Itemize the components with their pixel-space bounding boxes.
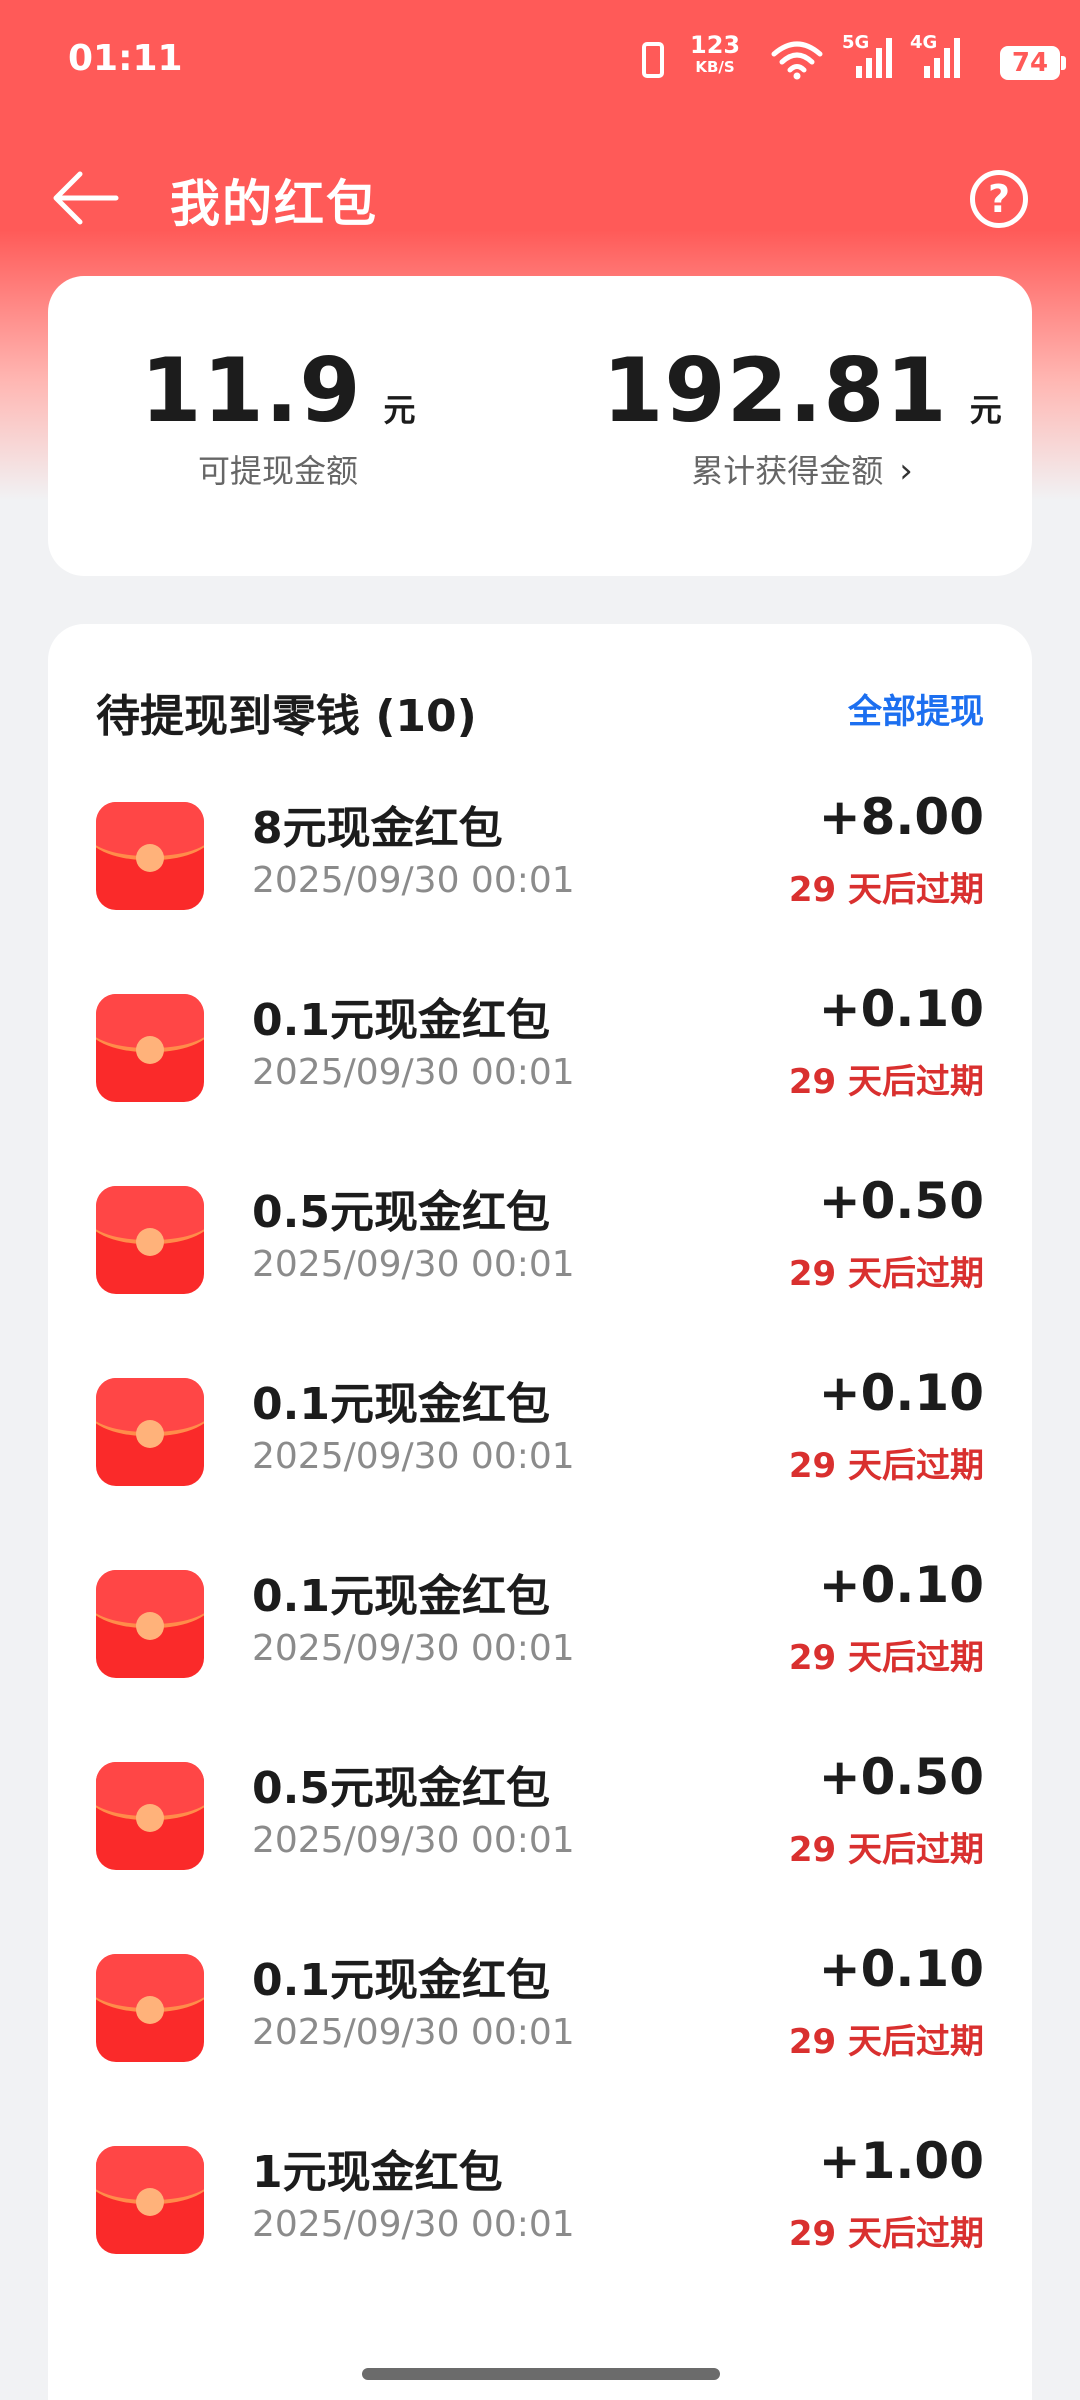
net-speed: 123 KB/S — [690, 31, 741, 78]
red-packet-icon — [96, 1186, 204, 1294]
wifi-icon — [771, 41, 823, 80]
signal-5g-label: 5G — [842, 32, 870, 53]
item-amount: +1.00 — [818, 2132, 984, 2190]
red-packet-icon — [96, 2146, 204, 2254]
item-amount: +0.50 — [818, 1172, 984, 1230]
item-expiry: 29 天后过期 — [788, 1638, 984, 1678]
status-bar: 01:11 123 KB/S 5G 4G 74 — [0, 0, 1080, 120]
list-item[interactable]: 0.1元现金红包 2025/09/30 00:01 +0.10 29 天后过期 — [48, 1350, 1032, 1542]
list-item[interactable]: 0.1元现金红包 2025/09/30 00:01 +0.10 29 天后过期 — [48, 1542, 1032, 1734]
total-label: 累计获得金额 — [691, 452, 884, 490]
item-date: 2025/09/30 00:01 — [252, 860, 575, 901]
item-expiry: 29 天后过期 — [788, 870, 984, 910]
red-packet-icon — [96, 1378, 204, 1486]
total-earned-block[interactable]: 192.81 元 累计获得金额 › — [572, 346, 1032, 492]
vibrate-icon — [642, 42, 664, 78]
signal-5g-icon: 5G — [842, 32, 898, 82]
item-expiry: 29 天后过期 — [788, 1446, 984, 1486]
item-name: 0.1元现金红包 — [252, 995, 550, 1046]
red-packet-icon — [96, 1762, 204, 1870]
item-date: 2025/09/30 00:01 — [252, 1244, 575, 1285]
list-item[interactable]: 0.1元现金红包 2025/09/30 00:01 +0.10 29 天后过期 — [48, 1926, 1032, 2118]
net-speed-unit: KB/S — [695, 58, 735, 76]
status-time: 01:11 — [68, 38, 183, 79]
total-label-row: 累计获得金额 › — [572, 446, 1032, 492]
page-title: 我的红包 — [170, 175, 378, 233]
back-arrow-icon[interactable] — [50, 168, 120, 228]
item-date: 2025/09/30 00:01 — [252, 2012, 575, 2053]
list-item[interactable]: 1元现金红包 2025/09/30 00:01 +1.00 29 天后过期 — [48, 2118, 1032, 2310]
item-expiry: 29 天后过期 — [788, 2022, 984, 2062]
item-date: 2025/09/30 00:01 — [252, 2204, 575, 2245]
item-expiry: 29 天后过期 — [788, 1830, 984, 1870]
item-name: 0.5元现金红包 — [252, 1187, 550, 1238]
home-indicator[interactable] — [362, 2368, 720, 2380]
app-bar: 我的红包 ? — [0, 140, 1080, 250]
withdrawable-amount-row: 11.9 元 — [48, 346, 508, 436]
withdrawable-block: 11.9 元 可提现金额 — [48, 346, 508, 492]
item-expiry: 29 天后过期 — [788, 1254, 984, 1294]
withdraw-all-button[interactable]: 全部提现 — [848, 684, 984, 733]
signal-4g-label: 4G — [910, 32, 938, 53]
chevron-right-icon[interactable]: › — [899, 451, 913, 491]
withdrawable-label: 可提现金额 — [197, 452, 358, 490]
list-item[interactable]: 8元现金红包 2025/09/30 00:01 +8.00 29 天后过期 — [48, 774, 1032, 966]
item-name: 0.1元现金红包 — [252, 1571, 550, 1622]
help-circle-icon[interactable]: ? — [970, 170, 1028, 228]
item-amount: +0.10 — [818, 1556, 984, 1614]
withdrawable-unit: 元 — [383, 391, 416, 429]
list-item[interactable]: 0.5元现金红包 2025/09/30 00:01 +0.50 29 天后过期 — [48, 1734, 1032, 1926]
item-name: 8元现金红包 — [252, 803, 503, 854]
list-item[interactable]: 0.5元现金红包 2025/09/30 00:01 +0.50 29 天后过期 — [48, 1158, 1032, 1350]
signal-4g-icon: 4G — [910, 32, 966, 82]
item-date: 2025/09/30 00:01 — [252, 1052, 575, 1093]
red-packet-icon — [96, 994, 204, 1102]
red-packet-icon — [96, 1954, 204, 2062]
withdrawable-amount: 11.9 — [140, 339, 362, 442]
item-name: 0.1元现金红包 — [252, 1955, 550, 2006]
pending-list-card: 待提现到零钱 (10) 全部提现 8元现金红包 2025/09/30 00:01… — [48, 624, 1032, 2400]
item-date: 2025/09/30 00:01 — [252, 1436, 575, 1477]
item-name: 0.5元现金红包 — [252, 1763, 550, 1814]
list-item[interactable]: 0.1元现金红包 2025/09/30 00:01 +0.10 29 天后过期 — [48, 966, 1032, 1158]
list-heading: 待提现到零钱 (10) — [96, 691, 477, 742]
total-amount: 192.81 — [602, 339, 948, 442]
battery-icon: 74 — [1000, 46, 1066, 80]
item-amount: +0.10 — [818, 1364, 984, 1422]
item-amount: +0.50 — [818, 1748, 984, 1806]
item-expiry: 29 天后过期 — [788, 1062, 984, 1102]
item-amount: +8.00 — [818, 788, 984, 846]
item-amount: +0.10 — [818, 980, 984, 1038]
item-date: 2025/09/30 00:01 — [252, 1628, 575, 1669]
item-expiry: 29 天后过期 — [788, 2214, 984, 2254]
item-name: 1元现金红包 — [252, 2147, 503, 2198]
total-unit: 元 — [969, 391, 1002, 429]
item-amount: +0.10 — [818, 1940, 984, 1998]
item-date: 2025/09/30 00:01 — [252, 1820, 575, 1861]
net-speed-value: 123 — [690, 31, 741, 59]
red-packet-icon — [96, 802, 204, 910]
total-amount-row: 192.81 元 — [572, 346, 1032, 436]
red-packet-icon — [96, 1570, 204, 1678]
summary-card: 11.9 元 可提现金额 192.81 元 累计获得金额 › — [48, 276, 1032, 576]
item-name: 0.1元现金红包 — [252, 1379, 550, 1430]
